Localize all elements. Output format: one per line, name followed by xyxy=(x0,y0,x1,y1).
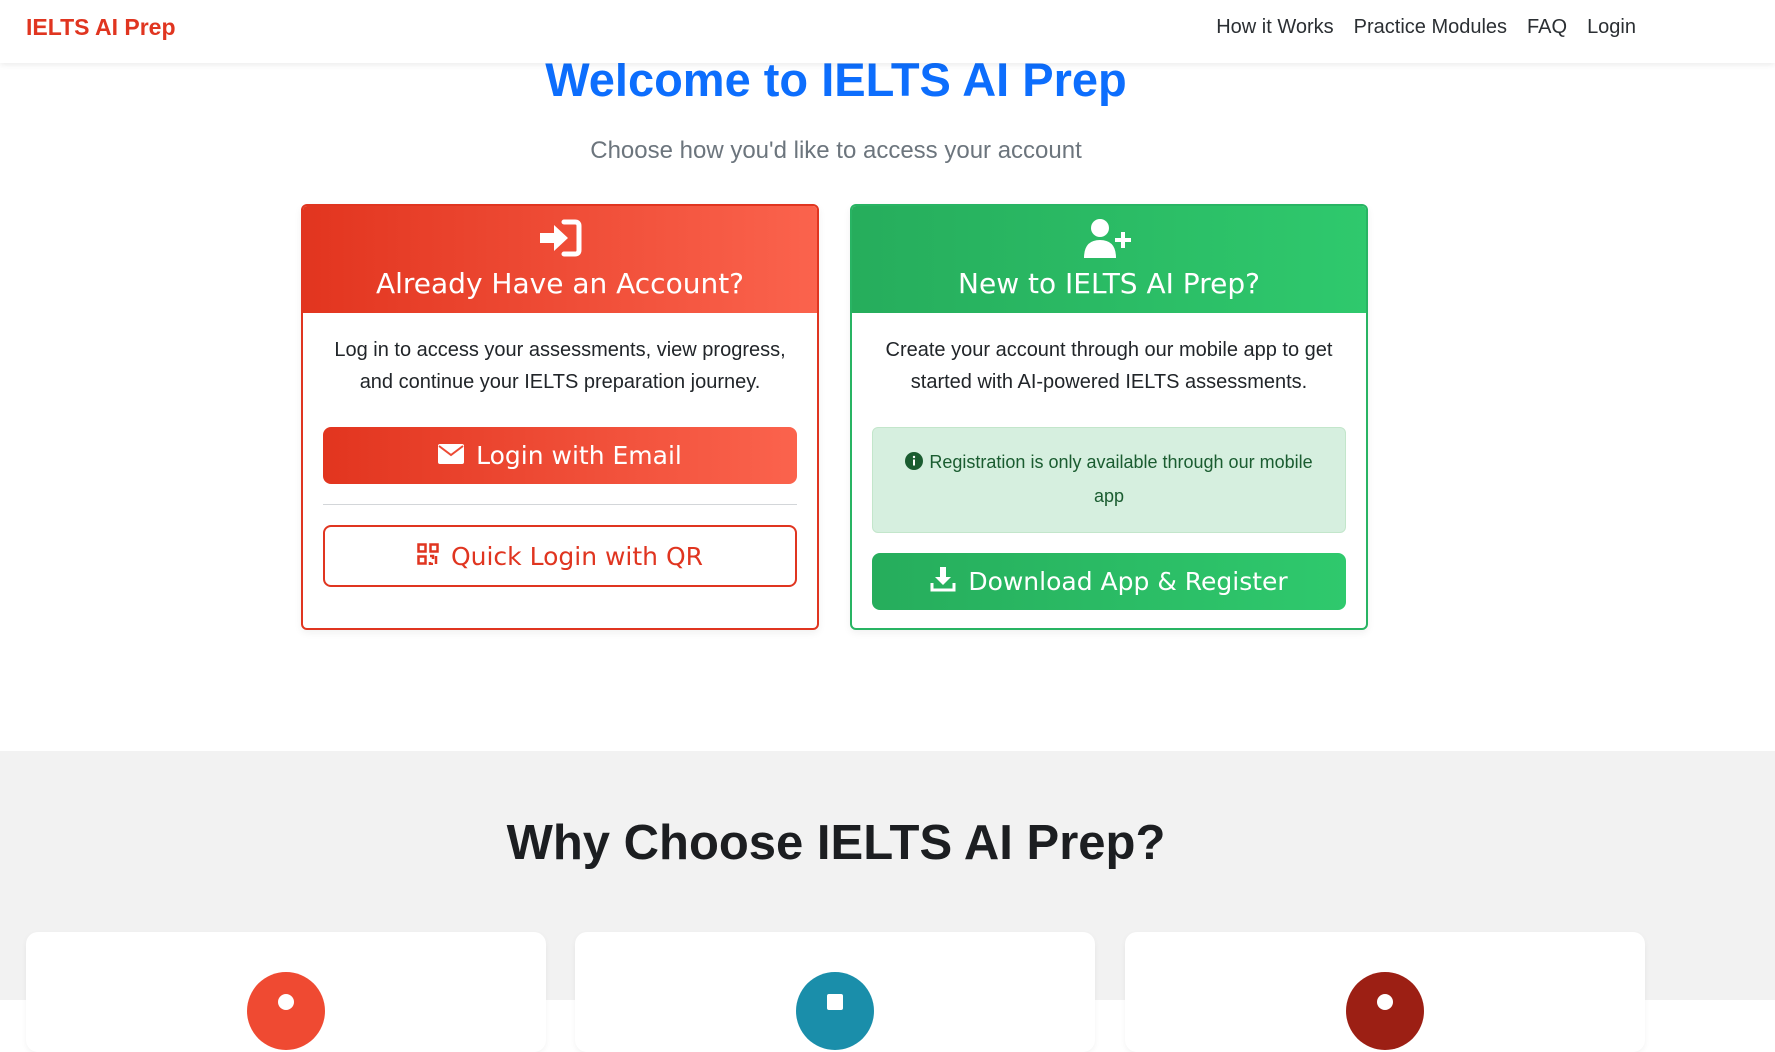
nav-faq[interactable]: FAQ xyxy=(1527,16,1567,39)
register-card-header: New to IELTS AI Prep? xyxy=(852,206,1366,313)
login-with-email-label: Login with Email xyxy=(476,441,682,470)
register-card: New to IELTS AI Prep? Create your accoun… xyxy=(850,204,1368,630)
login-with-email-button[interactable]: Login with Email xyxy=(323,427,797,484)
feature-icon xyxy=(796,972,874,1050)
page-subtitle: Choose how you'd like to access your acc… xyxy=(590,137,1082,164)
info-circle-icon xyxy=(905,448,924,480)
download-icon xyxy=(930,566,956,598)
download-app-register-label: Download App & Register xyxy=(968,567,1288,596)
feature-card xyxy=(575,932,1095,1052)
nav-how-it-works[interactable]: How it Works xyxy=(1216,16,1333,39)
brand-logo[interactable]: IELTS AI Prep xyxy=(26,14,176,41)
nav-login[interactable]: Login xyxy=(1587,16,1636,39)
register-card-heading: New to IELTS AI Prep? xyxy=(958,267,1260,300)
top-navbar: IELTS AI Prep How it Works Practice Modu… xyxy=(0,0,1775,63)
envelope-icon xyxy=(438,441,465,470)
login-card: Already Have an Account? Log in to acces… xyxy=(301,204,819,630)
feature-icon xyxy=(247,972,325,1050)
divider xyxy=(323,504,797,505)
registration-notice-text: Registration is only available through o… xyxy=(929,452,1313,506)
quick-login-qr-label: Quick Login with QR xyxy=(450,541,704,571)
sign-in-icon xyxy=(538,218,582,263)
download-app-register-button[interactable]: Download App & Register xyxy=(872,553,1346,610)
registration-notice: Registration is only available through o… xyxy=(872,427,1346,533)
qrcode-icon xyxy=(417,542,439,571)
nav-practice-modules[interactable]: Practice Modules xyxy=(1354,16,1507,39)
features-section: Why Choose IELTS AI Prep? xyxy=(0,751,1775,1052)
quick-login-qr-button[interactable]: Quick Login with QR xyxy=(323,525,797,587)
user-plus-icon xyxy=(1083,218,1135,265)
login-card-description: Log in to access your assessments, view … xyxy=(334,339,786,393)
login-card-heading: Already Have an Account? xyxy=(375,267,745,300)
login-card-header: Already Have an Account? xyxy=(303,206,817,313)
nav-links: How it Works Practice Modules FAQ Login xyxy=(1216,16,1636,39)
features-heading: Why Choose IELTS AI Prep? xyxy=(506,816,1166,870)
feature-icon xyxy=(1346,972,1424,1050)
feature-card xyxy=(26,932,546,1052)
feature-card xyxy=(1125,932,1645,1052)
register-card-description: Create your account through our mobile a… xyxy=(885,339,1333,393)
